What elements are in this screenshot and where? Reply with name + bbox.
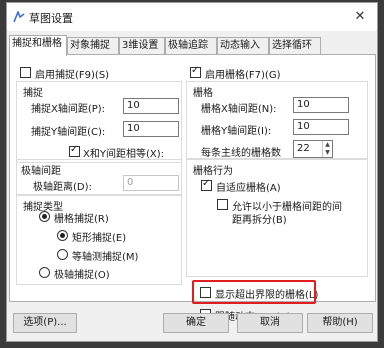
grid-behavior-title: 栅格行为 (193, 166, 233, 177)
xy-equal-checkbox[interactable] (69, 144, 80, 157)
subdivide-checkbox[interactable] (217, 199, 228, 210)
window-title: 草图设置 (29, 12, 73, 25)
iso-snap-label: 等轴测捕捉(M) (72, 252, 139, 263)
tab-selection-cycling[interactable]: 选择循环 (269, 37, 321, 55)
tab-dynamic-input[interactable]: 动态输入 (217, 37, 269, 55)
xy-equal-label: X和Y间距相等(X): (83, 149, 164, 160)
grid-y-input[interactable]: 10 (293, 119, 349, 135)
grid-snap-label: 栅格捕捉(R) (54, 214, 109, 225)
polar-group-title: 极轴间距 (21, 166, 61, 177)
options-button[interactable]: 选项(P)... (13, 313, 77, 333)
snap-group: 捕捉 捕捉X轴间距(P): 10 捕捉Y轴间距(C): 10 X和Y间距相等(X… (16, 81, 182, 163)
spin-up-icon[interactable]: ▲ (322, 141, 332, 149)
adaptive-grid-checkbox[interactable] (201, 178, 212, 191)
subdivide-label-line2: 距再拆分(B) (232, 215, 287, 226)
app-icon (13, 11, 25, 23)
enable-grid-checkbox[interactable] (190, 65, 201, 78)
enable-grid-label: 启用栅格(F7)(G) (205, 70, 281, 81)
grid-snap-radio[interactable] (39, 211, 50, 222)
tab-3d-settings[interactable]: 3维设置 (119, 37, 165, 55)
major-line-label: 每条主线的栅格数 (201, 148, 281, 159)
grid-group: 栅格 栅格X轴间距(N): 10 栅格Y轴间距(I): 10 每条主线的栅格数 … (186, 81, 368, 159)
major-line-spinner[interactable]: 22 ▲ ▼ (293, 140, 333, 158)
snap-group-title: 捕捉 (23, 88, 43, 99)
tab-snap-grid[interactable]: 捕捉和栅格 (9, 35, 67, 56)
rect-snap-radio[interactable] (57, 230, 68, 241)
tab-polar-tracking[interactable]: 极轴追踪 (165, 37, 217, 55)
snap-x-label: 捕捉X轴间距(P): (31, 104, 106, 115)
grid-x-label: 栅格X轴间距(N): (201, 104, 277, 115)
iso-snap-radio[interactable] (57, 249, 68, 260)
tab-object-snap[interactable]: 对象捕捉 (67, 37, 119, 55)
polar-distance-input[interactable]: 0 (123, 175, 179, 191)
polar-spacing-group: 极轴间距 极轴距离(D): 0 (16, 159, 182, 195)
spin-down-icon[interactable]: ▼ (322, 149, 332, 157)
grid-y-label: 栅格Y轴间距(I): (201, 126, 272, 137)
highlight-box (192, 280, 316, 304)
snap-y-input[interactable]: 10 (123, 121, 179, 137)
snap-grid-panel: 启用捕捉(F9)(S) 捕捉 捕捉X轴间距(P): 10 捕捉Y轴间距(C): … (9, 54, 376, 323)
adaptive-grid-label: 自适应栅格(A) (216, 183, 281, 194)
help-button[interactable]: 帮助(H) (307, 313, 373, 333)
rect-snap-label: 矩形捕捉(E) (72, 233, 127, 244)
enable-snap-checkbox[interactable] (20, 67, 31, 78)
grid-behavior-group: 栅格行为 自适应栅格(A) 允许以小于栅格间距的间 距再拆分(B) (186, 159, 368, 277)
drafting-settings-dialog: 草图设置 ✕ 捕捉和栅格 对象捕捉 3维设置 极轴追踪 动态输入 选择循环 启用… (6, 2, 378, 342)
major-line-value: 22 (297, 143, 310, 154)
enable-snap-label: 启用捕捉(F9)(S) (35, 70, 110, 81)
tab-bar: 捕捉和栅格 对象捕捉 3维设置 极轴追踪 动态输入 选择循环 (7, 35, 377, 56)
polar-distance-label: 极轴距离(D): (33, 182, 92, 193)
close-icon[interactable]: ✕ (349, 7, 371, 27)
snap-y-label: 捕捉Y轴间距(C): (31, 127, 106, 138)
title-bar: 草图设置 ✕ (7, 3, 377, 31)
snap-x-input[interactable]: 10 (123, 98, 179, 114)
grid-x-input[interactable]: 10 (293, 97, 349, 113)
grid-group-title: 栅格 (193, 88, 213, 99)
snap-type-group: 捕捉类型 栅格捕捉(R) 矩形捕捉(E) 等轴测捕捉(M) 极轴捕捉(O) (16, 195, 182, 285)
polar-snap-label: 极轴捕捉(O) (54, 270, 110, 281)
ok-button[interactable]: 确定 (163, 313, 229, 333)
polar-snap-radio[interactable] (39, 267, 50, 278)
cancel-button[interactable]: 取消 (237, 313, 303, 333)
